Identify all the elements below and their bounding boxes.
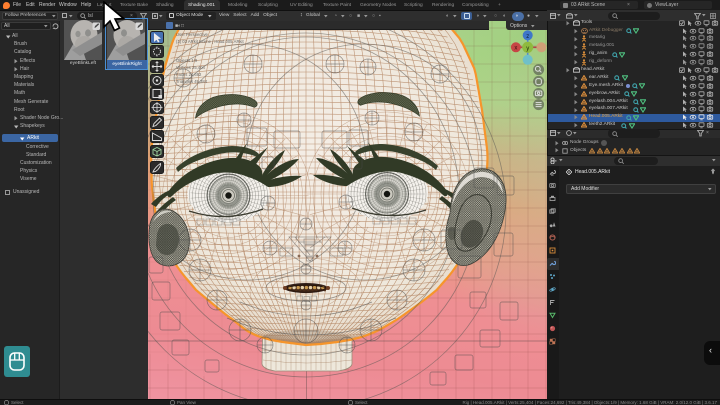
svg-text:(1) 03 ARkit Scene | Head.005.: (1) 03 ARkit Scene | Head.005.ARkit bbox=[176, 39, 244, 44]
svg-text:Faces 24,692: Faces 24,692 bbox=[176, 72, 202, 77]
svg-text:x: x bbox=[514, 46, 517, 52]
svg-text:Objects 1/9: Objects 1/9 bbox=[176, 58, 198, 63]
svg-text:y: y bbox=[526, 46, 529, 52]
svg-text:Triangles 49,384: Triangles 49,384 bbox=[176, 79, 208, 84]
svg-text:z: z bbox=[526, 34, 529, 40]
svg-text:Vertices 25,404: Vertices 25,404 bbox=[176, 65, 206, 70]
svg-text:User Perspective: User Perspective bbox=[176, 32, 209, 37]
